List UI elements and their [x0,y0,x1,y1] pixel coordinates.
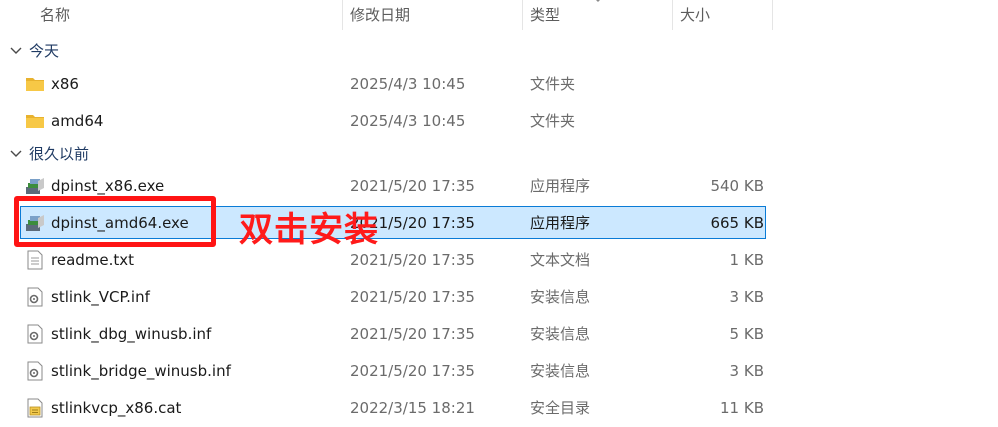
file-type: 安装信息 [530,325,591,343]
file-size: 665 KB [710,214,764,232]
column-divider[interactable] [522,0,523,30]
file-type: 应用程序 [530,214,591,232]
folder-icon [26,78,44,91]
file-type: 安全目录 [530,399,591,417]
group-label: 今天 [29,42,60,60]
setup-info-icon [27,361,43,381]
column-header-modified[interactable]: 修改日期 [350,0,410,30]
file-type: 文本文档 [530,251,591,269]
file-row-readme[interactable]: readme.txt 2021/5/20 17:35 文本文档 1 KB [0,242,998,279]
column-divider[interactable] [342,0,343,30]
sort-down-icon [596,0,600,2]
security-catalog-icon [27,398,43,418]
file-date: 2021/5/20 17:35 [350,177,475,195]
file-date: 2025/4/3 10:45 [350,112,466,130]
file-name: readme.txt [51,251,135,269]
chevron-down-icon [10,47,22,54]
file-date: 2021/5/20 17:35 [350,362,475,380]
file-name: stlink_VCP.inf [51,288,150,306]
file-size: 540 KB [710,177,764,195]
folder-icon [26,115,44,128]
file-size: 3 KB [729,362,764,380]
column-header-type[interactable]: 类型 [530,0,560,30]
annotation-label: 双击安装 [239,210,379,250]
setup-info-icon [27,324,43,344]
file-size: 1 KB [729,251,764,269]
column-header-name[interactable]: 名称 [40,0,70,30]
file-row-stlink-bridge-winusb-inf[interactable]: stlink_bridge_winusb.inf 2021/5/20 17:35… [0,353,998,390]
file-type: 文件夹 [530,112,576,130]
file-name: amd64 [51,112,104,130]
chevron-down-icon [10,150,22,157]
file-row-x86[interactable]: x86 2025/4/3 10:45 文件夹 [0,66,998,103]
column-header-size[interactable]: 大小 [680,0,710,30]
column-divider[interactable] [772,0,773,30]
installer-exe-icon [26,178,44,194]
setup-info-icon [27,287,43,307]
group-label: 很久以前 [29,145,90,163]
file-type: 文件夹 [530,75,576,93]
text-file-icon [27,250,43,270]
file-size: 11 KB [720,399,764,417]
file-type: 安装信息 [530,288,591,306]
file-row-amd64[interactable]: amd64 2025/4/3 10:45 文件夹 [0,103,998,140]
file-date: 2025/4/3 10:45 [350,75,466,93]
file-type: 安装信息 [530,362,591,380]
file-type: 应用程序 [530,177,591,195]
column-divider[interactable] [672,0,673,30]
file-size: 5 KB [729,325,764,343]
file-row-stlinkvcp-x86-cat[interactable]: stlinkvcp_x86.cat 2022/3/15 18:21 安全目录 1… [0,390,998,427]
file-date: 2021/5/20 17:35 [350,325,475,343]
highlight-box [14,196,216,247]
file-date: 2022/3/15 18:21 [350,399,475,417]
file-name: stlink_bridge_winusb.inf [51,362,231,380]
file-name: x86 [51,75,79,93]
file-name: stlinkvcp_x86.cat [51,399,182,417]
file-row-stlink-dbg-winusb-inf[interactable]: stlink_dbg_winusb.inf 2021/5/20 17:35 安装… [0,316,998,353]
file-size: 3 KB [729,288,764,306]
file-name: stlink_dbg_winusb.inf [51,325,212,343]
file-date: 2021/5/20 17:35 [350,288,475,306]
file-row-stlink-vcp-inf[interactable]: stlink_VCP.inf 2021/5/20 17:35 安装信息 3 KB [0,279,998,316]
column-header: 名称 修改日期 类型 大小 [0,0,998,30]
